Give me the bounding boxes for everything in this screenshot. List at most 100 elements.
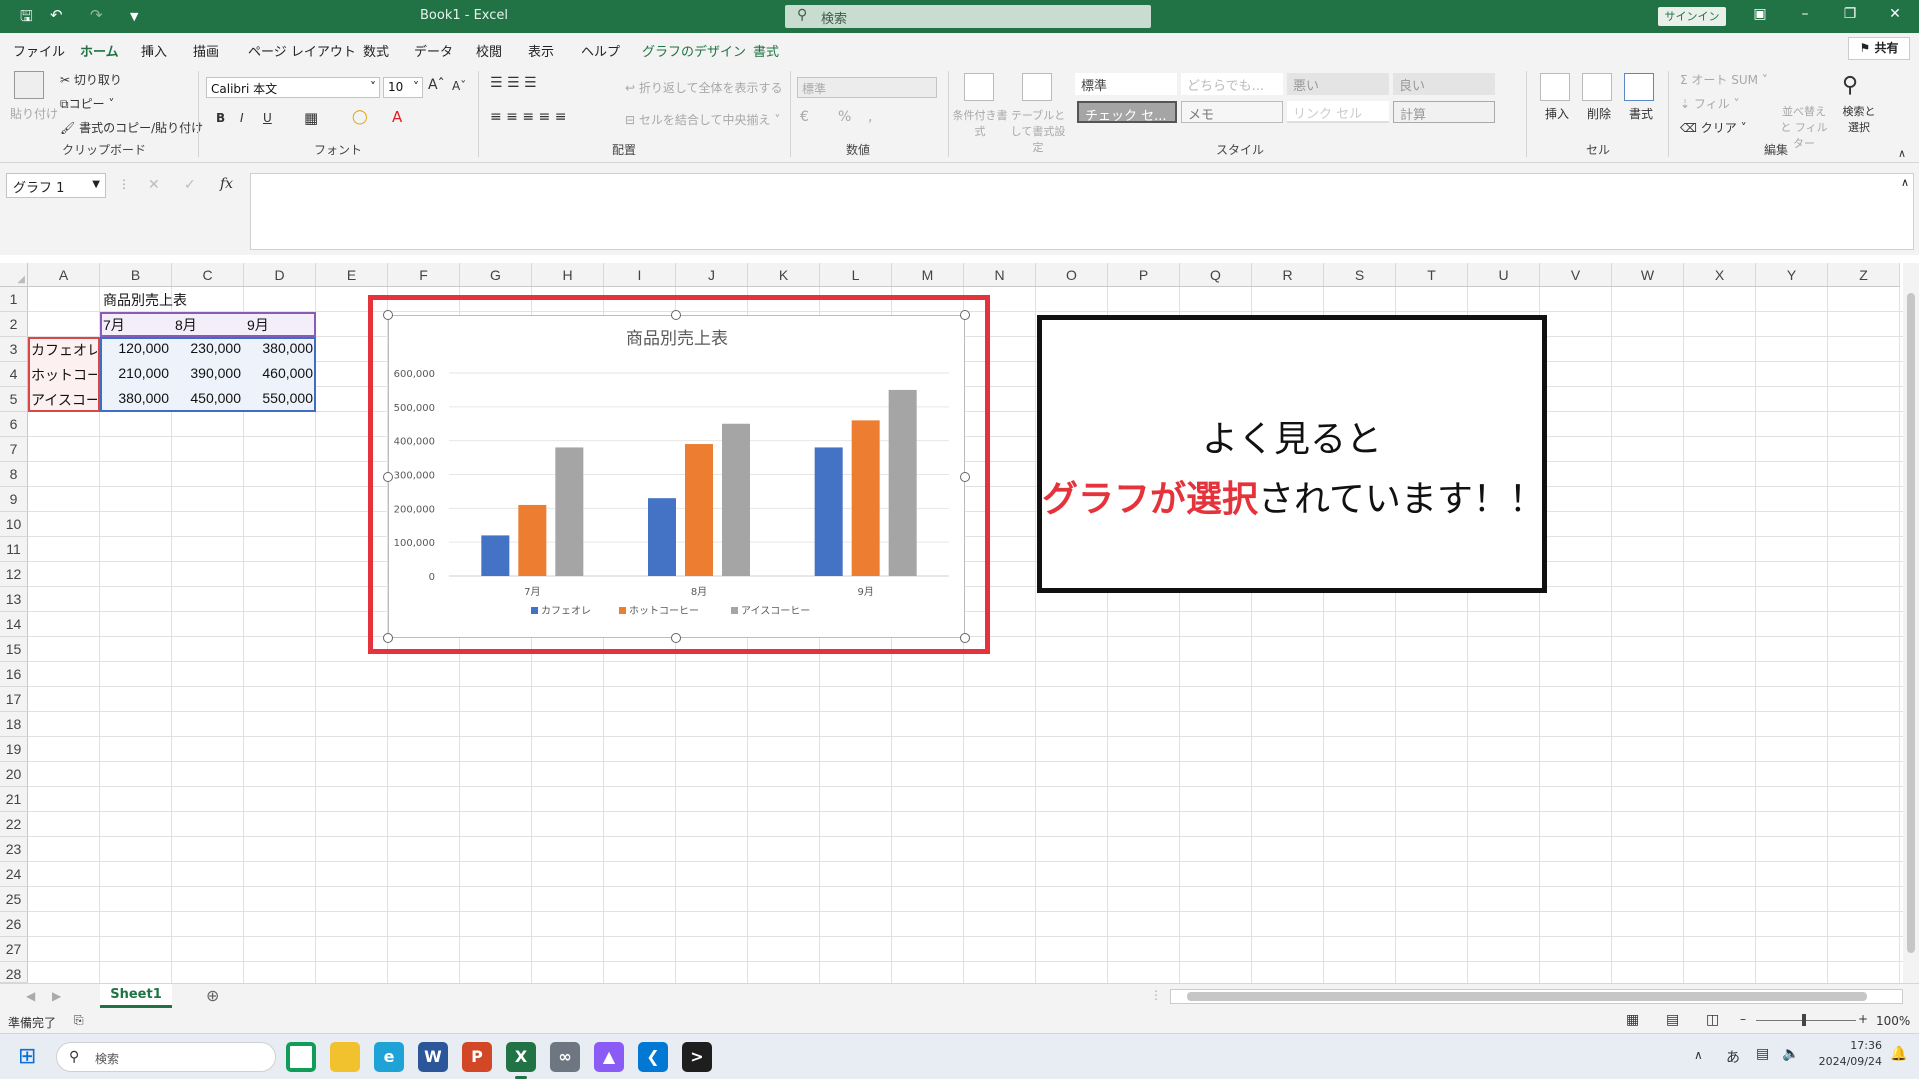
insert-cells-icon[interactable]: [1540, 73, 1570, 101]
scroll-thumb[interactable]: [1907, 293, 1915, 953]
row-header-15[interactable]: 15: [0, 637, 28, 662]
format-as-table-button[interactable]: テーブルとして書式設定: [1006, 107, 1070, 155]
sheet-tab-sheet1[interactable]: Sheet1: [100, 984, 172, 1008]
wrap-text-button[interactable]: ↩ 折り返して全体を表示する: [625, 79, 783, 96]
windows-start-icon[interactable]: ⊞: [18, 1044, 36, 1069]
column-header-f[interactable]: F: [388, 263, 460, 287]
style-neutral[interactable]: どちらでも...: [1181, 73, 1283, 95]
column-header-h[interactable]: H: [532, 263, 604, 287]
row-header-21[interactable]: 21: [0, 787, 28, 812]
column-header-t[interactable]: T: [1396, 263, 1468, 287]
column-header-m[interactable]: M: [892, 263, 964, 287]
format-painter-button[interactable]: 🖌 書式のコピー/貼り付け: [60, 119, 203, 136]
vertical-scrollbar[interactable]: [1903, 263, 1919, 983]
product-name-cell[interactable]: ホットコーヒー: [31, 365, 97, 385]
clock-date[interactable]: 2024/09/24: [1812, 1055, 1882, 1068]
percent-button[interactable]: %: [838, 109, 851, 125]
row-header-25[interactable]: 25: [0, 887, 28, 912]
zoom-level[interactable]: 100%: [1876, 1014, 1910, 1028]
search-box[interactable]: ⚲ 検索: [785, 5, 1151, 28]
ribbon-display-icon[interactable]: ▣: [1740, 6, 1780, 22]
minimize-icon[interactable]: –: [1785, 6, 1825, 22]
style-good[interactable]: 良い: [1393, 73, 1495, 95]
row-header-12[interactable]: 12: [0, 562, 28, 587]
fill-color-icon[interactable]: ◯: [352, 109, 368, 125]
sales-value-cell[interactable]: 120,000: [103, 340, 169, 360]
row-header-22[interactable]: 22: [0, 812, 28, 837]
row-header-4[interactable]: 4: [0, 362, 28, 387]
insert-cells-button[interactable]: 挿入: [1545, 105, 1569, 122]
bold-button[interactable]: B: [216, 111, 225, 125]
chrome-icon[interactable]: [286, 1042, 316, 1072]
shrink-font-button[interactable]: Aˇ: [452, 79, 466, 93]
save-icon[interactable]: 🖫: [20, 6, 33, 31]
number-format-select[interactable]: 標準: [797, 77, 937, 98]
column-header-y[interactable]: Y: [1756, 263, 1828, 287]
row-header-7[interactable]: 7: [0, 437, 28, 462]
insert-function-icon[interactable]: fx: [220, 176, 233, 192]
cut-button[interactable]: ✂ 切り取り: [60, 71, 122, 88]
delete-cells-button[interactable]: 削除: [1587, 105, 1611, 122]
column-header-o[interactable]: O: [1036, 263, 1108, 287]
style-calculation[interactable]: 計算: [1393, 101, 1495, 123]
select-all-button[interactable]: ◢: [0, 263, 28, 287]
redo-icon[interactable]: ↷: [90, 6, 103, 24]
merge-center-button[interactable]: ⊟ セルを結合して中央揃え ˅: [625, 111, 780, 128]
sales-value-cell[interactable]: 380,000: [103, 390, 169, 410]
row-header-6[interactable]: 6: [0, 412, 28, 437]
taskbar-search[interactable]: ⚲ 検索: [56, 1042, 276, 1072]
row-header-8[interactable]: 8: [0, 462, 28, 487]
row-header-23[interactable]: 23: [0, 837, 28, 862]
font-color-icon[interactable]: A: [392, 108, 402, 126]
tab-page-layout[interactable]: ページ レイアウト: [248, 41, 356, 60]
row-header-5[interactable]: 5: [0, 387, 28, 412]
fill-button[interactable]: ⇣ フィル ˅: [1680, 95, 1739, 112]
tab-format[interactable]: 書式: [753, 41, 779, 60]
row-header-13[interactable]: 13: [0, 587, 28, 612]
formula-input[interactable]: ∧: [250, 173, 1914, 250]
row-header-11[interactable]: 11: [0, 537, 28, 562]
column-header-a[interactable]: A: [28, 263, 100, 287]
row-header-17[interactable]: 17: [0, 687, 28, 712]
zoom-out-icon[interactable]: –: [1740, 1012, 1746, 1026]
month-header-cell[interactable]: 9月: [247, 315, 313, 335]
next-sheet-icon[interactable]: ▶: [52, 989, 61, 1003]
row-header-18[interactable]: 18: [0, 712, 28, 737]
collapse-ribbon-icon[interactable]: ∧: [1898, 147, 1906, 160]
add-sheet-icon[interactable]: ⊕: [206, 986, 219, 1005]
comma-icon[interactable]: ,: [868, 109, 872, 125]
zoom-thumb[interactable]: [1802, 1014, 1806, 1026]
tray-chevron-icon[interactable]: ∧: [1694, 1048, 1703, 1062]
clear-button[interactable]: ⌫ クリア ˅: [1680, 119, 1747, 136]
edge-icon[interactable]: e: [374, 1042, 404, 1072]
row-header-9[interactable]: 9: [0, 487, 28, 512]
notification-icon[interactable]: 🔔: [1890, 1046, 1907, 1062]
underline-button[interactable]: U: [263, 111, 272, 125]
column-header-p[interactable]: P: [1108, 263, 1180, 287]
zoom-in-icon[interactable]: +: [1858, 1012, 1868, 1026]
app-icon[interactable]: ▲: [594, 1042, 624, 1072]
table-title-cell[interactable]: 商品別売上表: [103, 290, 187, 310]
clock-time[interactable]: 17:36: [1818, 1039, 1882, 1052]
column-header-r[interactable]: R: [1252, 263, 1324, 287]
tab-data[interactable]: データ: [414, 41, 453, 60]
vscode-icon[interactable]: ❮: [638, 1042, 668, 1072]
enter-icon[interactable]: ✓: [184, 177, 196, 193]
month-header-cell[interactable]: 8月: [175, 315, 241, 335]
page-layout-view-icon[interactable]: ▤: [1666, 1012, 1679, 1028]
powerpoint-icon[interactable]: P: [462, 1042, 492, 1072]
column-header-d[interactable]: D: [244, 263, 316, 287]
tab-view[interactable]: 表示: [528, 41, 554, 60]
tab-help[interactable]: ヘルプ: [581, 41, 620, 60]
borders-icon[interactable]: ▦: [304, 109, 318, 127]
paste-button[interactable]: 貼り付け: [10, 105, 58, 122]
sales-value-cell[interactable]: 390,000: [175, 365, 241, 385]
format-cells-button[interactable]: 書式: [1629, 105, 1653, 122]
paste-icon[interactable]: [14, 71, 44, 99]
scroll-thumb[interactable]: [1187, 992, 1867, 1001]
product-name-cell[interactable]: アイスコーヒー: [31, 390, 97, 410]
column-header-u[interactable]: U: [1468, 263, 1540, 287]
network-icon[interactable]: ▤: [1756, 1046, 1769, 1062]
column-header-c[interactable]: C: [172, 263, 244, 287]
file-explorer-icon[interactable]: [330, 1042, 360, 1072]
